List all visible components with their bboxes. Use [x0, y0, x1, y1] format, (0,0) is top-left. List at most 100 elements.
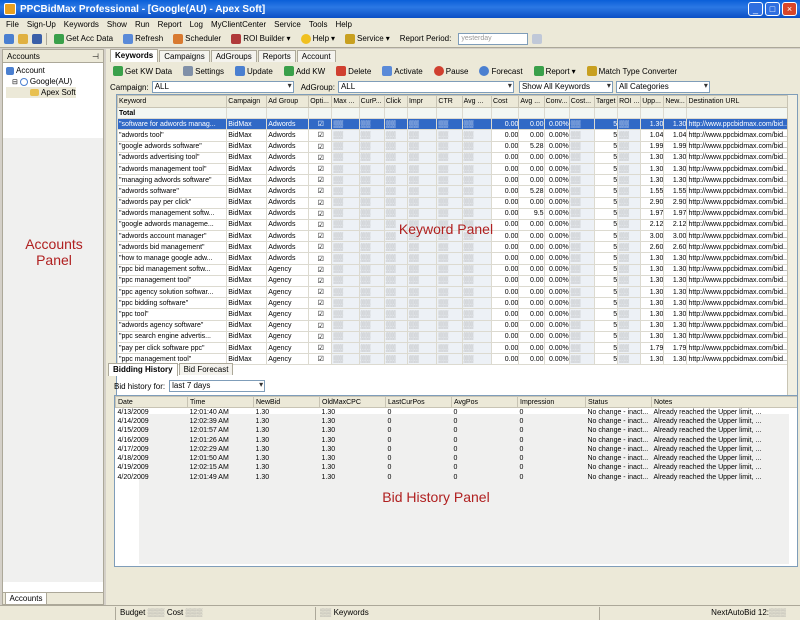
refresh-button[interactable]: Refresh — [120, 33, 166, 45]
optimize-checkbox[interactable]: ☑ — [308, 330, 333, 343]
update-button[interactable]: Update — [232, 65, 276, 77]
table-row[interactable]: "adwords agency software" BidMax Agency ☑ ▒▒… — [117, 319, 797, 332]
history-row[interactable]: 4/13/2009 12:01:40 AM 1.30 1.30 0 0 0 No change… — [116, 408, 798, 417]
tab-campaigns[interactable]: Campaigns — [159, 50, 210, 62]
history-col-header[interactable]: NewBid — [253, 396, 320, 408]
history-row[interactable]: 4/20/2009 12:01:49 AM 1.30 1.30 0 0 0 No change… — [116, 473, 798, 482]
tab-keywords[interactable]: Keywords — [110, 49, 159, 62]
collapse-icon[interactable]: ⊟ — [12, 78, 18, 86]
col-header[interactable]: Impr — [406, 95, 438, 108]
history-col-header[interactable]: LastCurPos — [385, 396, 452, 408]
bid-history-period-select[interactable]: last 7 days — [169, 380, 266, 392]
optimize-checkbox[interactable]: ☑ — [308, 118, 333, 131]
tab-account[interactable]: Account — [296, 50, 336, 62]
optimize-checkbox[interactable]: ☑ — [308, 218, 333, 232]
table-row[interactable]: "ppc bid management softw... BidMax Agency… — [117, 263, 797, 276]
tree-account-root[interactable]: Account — [6, 65, 100, 76]
forecast-button[interactable]: Forecast — [476, 65, 525, 77]
optimize-checkbox[interactable]: ☑ — [308, 162, 333, 176]
table-row[interactable]: "adwords bid management" BidMax Adwords ☑ ▒▒… — [117, 241, 797, 254]
activate-button[interactable]: Activate — [379, 65, 425, 77]
menu-report[interactable]: Report — [154, 20, 186, 29]
table-row[interactable]: "ppc management tool" BidMax Agency ☑ ▒▒ ▒▒ ▒▒… — [117, 274, 797, 288]
table-row[interactable]: "software for adwords manag... BidMax Adwo… — [117, 118, 797, 131]
menu-help[interactable]: Help — [332, 20, 356, 29]
accounts-bottom-tab[interactable]: Accounts — [5, 593, 47, 605]
table-row[interactable]: "ppc agency solution softwar... BidMax Age… — [117, 285, 797, 299]
optimize-checkbox[interactable]: ☑ — [308, 129, 333, 142]
tab-bidding-history[interactable]: Bidding History — [108, 363, 178, 376]
table-row[interactable]: "adwords tool" BidMax Adwords ☑ ▒▒ ▒▒ ▒▒ ▒▒ ▒▒ ▒▒… — [117, 129, 797, 142]
get-kw-data-button[interactable]: Get KW Data — [110, 65, 175, 77]
optimize-checkbox[interactable]: ☑ — [308, 151, 333, 164]
col-header[interactable]: Upp... — [640, 95, 665, 108]
optimize-checkbox[interactable]: ☑ — [308, 252, 333, 265]
roi-builder-button[interactable]: ROI Builder ▾ — [228, 33, 293, 45]
menu-myclientcenter[interactable]: MyClientCenter — [207, 20, 270, 29]
optimize-checkbox[interactable]: ☑ — [308, 207, 333, 220]
col-header[interactable]: Destination URL — [686, 95, 797, 108]
optimize-checkbox[interactable]: ☑ — [308, 319, 333, 332]
category-select[interactable]: All Categories — [615, 81, 710, 93]
optimize-checkbox[interactable]: ☑ — [308, 308, 333, 321]
keyword-scrollbar[interactable] — [787, 95, 797, 395]
menu-sign-up[interactable]: Sign-Up — [23, 20, 60, 29]
history-col-header[interactable]: Date — [115, 396, 188, 408]
col-header[interactable]: Ad Group — [266, 95, 310, 108]
optimize-checkbox[interactable]: ☑ — [308, 241, 333, 254]
optimize-checkbox[interactable]: ☑ — [308, 341, 333, 355]
open-folder-icon[interactable] — [18, 33, 28, 44]
minimize-button[interactable]: _ — [748, 2, 763, 16]
optimize-checkbox[interactable]: ☑ — [308, 230, 333, 243]
history-row[interactable]: 4/18/2009 12:01:50 AM 1.30 1.30 0 0 0 No change… — [116, 454, 798, 463]
col-header[interactable]: Campaign — [226, 95, 268, 108]
col-header[interactable]: ROI ... — [617, 95, 642, 108]
menu-show[interactable]: Show — [103, 20, 131, 29]
table-row[interactable]: "ppc bidding software" BidMax Agency ☑ ▒▒ ▒▒ ▒… — [117, 297, 797, 310]
history-row[interactable]: 4/19/2009 12:02:15 AM 1.30 1.30 0 0 0 No change… — [116, 463, 798, 472]
col-header[interactable]: CTR — [436, 95, 463, 108]
table-row[interactable]: "managing adwords software" BidMax Adwords… — [117, 174, 797, 187]
tab-adgroups[interactable]: AdGroups — [210, 50, 257, 62]
col-header[interactable]: Cost — [491, 95, 520, 108]
close-button[interactable]: × — [782, 2, 797, 16]
scheduler-button[interactable]: Scheduler — [170, 33, 224, 45]
col-header[interactable]: Avg ... — [518, 95, 545, 108]
report-button[interactable]: Report ▾ — [531, 65, 579, 77]
table-row[interactable]: "google adwords software" BidMax Adwords ☑ ▒… — [117, 140, 797, 153]
history-col-header[interactable]: Notes — [651, 396, 797, 408]
menu-service[interactable]: Service — [270, 20, 305, 29]
optimize-checkbox[interactable]: ☑ — [308, 196, 333, 209]
history-col-header[interactable]: Time — [187, 396, 254, 408]
tab-bid-forecast[interactable]: Bid Forecast — [178, 363, 234, 375]
save-icon[interactable] — [32, 33, 42, 44]
campaign-select[interactable]: ALL — [151, 81, 294, 93]
optimize-checkbox[interactable]: ☑ — [308, 297, 333, 310]
tree-apex-soft[interactable]: Apex Soft — [6, 87, 76, 98]
history-row[interactable]: 4/16/2009 12:01:26 AM 1.30 1.30 0 0 0 No change… — [116, 435, 798, 444]
help-button[interactable]: Help ▾ — [298, 33, 338, 45]
adgroup-select[interactable]: ALL — [337, 81, 514, 93]
new-icon[interactable] — [4, 33, 14, 44]
menu-file[interactable]: File — [2, 20, 23, 29]
pin-icon[interactable]: ⊣ — [92, 52, 99, 61]
history-row[interactable]: 4/15/2009 12:01:57 AM 1.30 1.30 0 0 0 No change… — [116, 426, 798, 435]
optimize-checkbox[interactable]: ☑ — [308, 353, 333, 366]
add-kw-button[interactable]: Add KW — [281, 65, 328, 77]
col-header[interactable]: New... — [663, 95, 688, 108]
table-row[interactable]: "adwords advertising tool" BidMax Adwords ☑… — [117, 151, 797, 164]
optimize-checkbox[interactable]: ☑ — [308, 185, 333, 198]
table-row[interactable]: "how to manage google adw... BidMax Adword… — [117, 252, 797, 265]
table-row[interactable]: "pay per click software ppc" BidMax Agency… — [117, 341, 797, 355]
col-header[interactable]: Keyword — [117, 95, 228, 108]
table-row[interactable]: "ppc tool" BidMax Agency ☑ ▒▒ ▒▒ ▒▒ ▒▒ ▒▒ ▒▒ 0.00 0… — [117, 308, 797, 321]
optimize-checkbox[interactable]: ☑ — [308, 140, 333, 153]
col-header[interactable]: Max ... — [331, 95, 360, 108]
history-row[interactable]: 4/17/2009 12:02:29 AM 1.30 1.30 0 0 0 No change… — [116, 445, 798, 454]
menu-keywords[interactable]: Keywords — [60, 20, 103, 29]
menu-log[interactable]: Log — [186, 20, 207, 29]
col-header[interactable]: Conv... — [543, 95, 570, 108]
menu-run[interactable]: Run — [131, 20, 154, 29]
match-type-converter-button[interactable]: Match Type Converter — [584, 65, 681, 77]
optimize-checkbox[interactable]: ☑ — [308, 274, 333, 288]
